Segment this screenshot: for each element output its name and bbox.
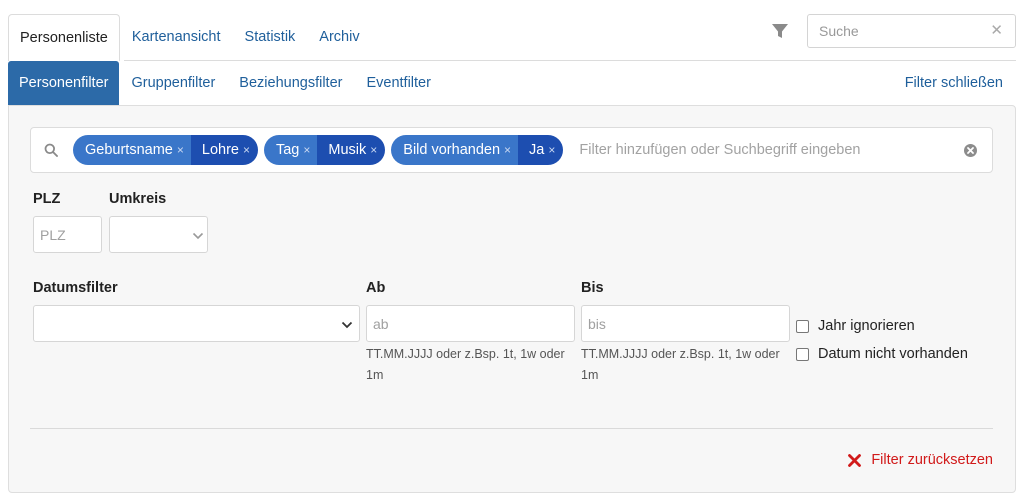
ab-hint: TT.MM.JJJJ oder z.Bsp. 1t, 1w oder 1m: [366, 347, 565, 382]
ab-label: Ab: [366, 280, 386, 296]
remove-icon[interactable]: ×: [177, 143, 184, 157]
datumsfilter-label: Datumsfilter: [33, 280, 118, 296]
chip-value[interactable]: Musik ×: [317, 135, 386, 165]
tab-personenfilter[interactable]: Personenfilter: [8, 61, 120, 105]
chip-value[interactable]: Lohre ×: [190, 135, 258, 165]
close-icon[interactable]: ✕: [990, 23, 1003, 39]
umkreis-label: Umkreis: [109, 191, 167, 207]
chevron-down-icon: [341, 321, 353, 329]
search-input[interactable]: [808, 23, 978, 39]
jahr-ignorieren-option[interactable]: Jahr ignorieren: [796, 318, 915, 334]
reset-filter-button[interactable]: Filter zurücksetzen: [848, 452, 993, 468]
chip-value[interactable]: Ja ×: [518, 135, 564, 165]
chip-value-label: Ja: [529, 142, 545, 158]
datum-nicht-vorhanden-label: Datum nicht vorhanden: [818, 346, 968, 362]
umkreis-select[interactable]: [109, 216, 208, 253]
bis-hint: TT.MM.JJJJ oder z.Bsp. 1t, 1w oder 1m: [581, 347, 780, 382]
clear-all-icon[interactable]: [963, 143, 978, 158]
remove-icon[interactable]: ×: [548, 143, 555, 157]
chip-key-label: Tag: [275, 142, 300, 158]
jahr-ignorieren-checkbox[interactable]: [796, 319, 809, 333]
filter-chip-bild-vorhanden: Bild vorhanden × Ja ×: [391, 135, 564, 165]
add-filter-input[interactable]: [579, 142, 963, 158]
tab-beziehungsfilter[interactable]: Beziehungsfilter: [227, 61, 354, 105]
tab-personenliste[interactable]: Personenliste: [8, 14, 120, 61]
plz-input[interactable]: [33, 216, 102, 253]
datum-nicht-vorhanden-checkbox[interactable]: [796, 347, 809, 361]
filter-tabs: Personenfilter Gruppenfilter Beziehungsf…: [8, 61, 443, 105]
chip-key-label: Geburtsname: [85, 142, 173, 158]
chip-value-label: Lohre: [201, 142, 239, 158]
reset-filter-label: Filter zurücksetzen: [871, 452, 993, 468]
search-field[interactable]: ✕: [807, 14, 1016, 48]
remove-icon[interactable]: ×: [303, 143, 310, 157]
chip-key[interactable]: Geburtsname ×: [73, 135, 191, 165]
filter-chip-geburtsname: Geburtsname × Lohre ×: [73, 135, 258, 165]
datumsfilter-select[interactable]: [33, 305, 360, 342]
remove-icon[interactable]: ×: [504, 143, 511, 157]
close-filter-link[interactable]: Filter schließen: [905, 61, 1003, 105]
tab-eventfilter[interactable]: Eventfilter: [354, 61, 442, 105]
bis-label: Bis: [581, 280, 604, 296]
ab-input[interactable]: [366, 305, 575, 342]
plz-label: PLZ: [33, 191, 61, 207]
main-tabs: Personenliste Kartenansicht Statistik Ar…: [8, 14, 372, 61]
remove-icon[interactable]: ×: [243, 143, 250, 157]
remove-icon[interactable]: ×: [370, 143, 377, 157]
chip-value-label: Musik: [328, 142, 367, 158]
filter-chip-tag: Tag × Musik ×: [263, 135, 386, 165]
bis-input[interactable]: [581, 305, 790, 342]
tab-gruppenfilter[interactable]: Gruppenfilter: [119, 61, 227, 105]
chevron-down-icon: [192, 232, 204, 240]
datum-nicht-vorhanden-option[interactable]: Datum nicht vorhanden: [796, 346, 968, 362]
chip-key[interactable]: Tag ×: [263, 135, 318, 165]
chip-key[interactable]: Bild vorhanden ×: [391, 135, 519, 165]
jahr-ignorieren-label: Jahr ignorieren: [818, 318, 915, 334]
tab-archiv[interactable]: Archiv: [307, 14, 371, 61]
close-icon: [848, 453, 862, 467]
tab-kartenansicht[interactable]: Kartenansicht: [120, 14, 233, 61]
filter-panel: Geburtsname × Lohre × Tag × Musik × Bild vor…: [8, 105, 1016, 493]
tab-statistik[interactable]: Statistik: [233, 14, 308, 61]
filter-chip-bar[interactable]: Geburtsname × Lohre × Tag × Musik × Bild vor…: [30, 127, 993, 173]
search-icon: [44, 143, 58, 157]
filter-icon[interactable]: [771, 22, 789, 40]
chip-key-label: Bild vorhanden: [403, 142, 501, 158]
panel-divider: [30, 428, 993, 429]
